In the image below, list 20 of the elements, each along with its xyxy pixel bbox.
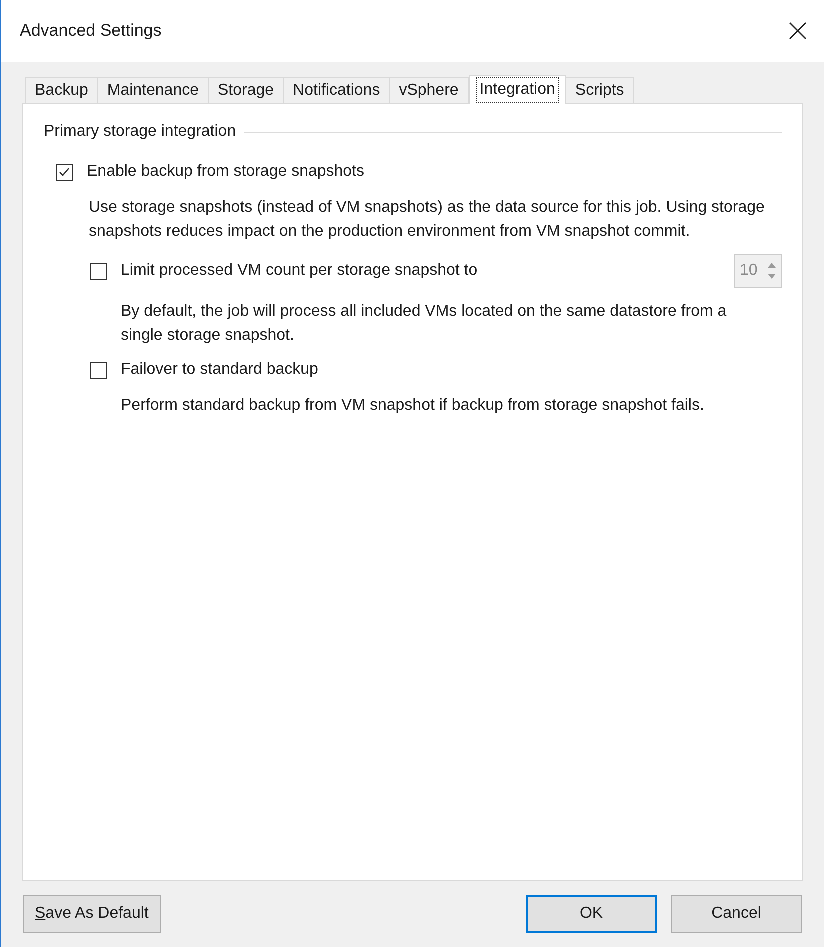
group-title: Primary storage integration: [44, 122, 236, 142]
checkbox[interactable]: [90, 362, 107, 378]
checkmark-icon: [58, 166, 71, 178]
description-text: Use storage snapshots (instead of VM snapshots) as the data source for this job. Using storage snapshots reduces impact on the production environment from VM snapshot commit.: [89, 198, 766, 242]
description-text: By default, the job will process all included VMs located on the same datastore from a single storage snapshot.: [121, 302, 728, 346]
checkbox[interactable]: [56, 164, 73, 180]
save-as-default-button[interactable]: Save As Default: [23, 895, 161, 933]
tab[interactable]: vSphere: [389, 77, 469, 103]
tab[interactable]: Integration: [468, 75, 566, 104]
checkbox[interactable]: [90, 262, 107, 280]
checkbox-label: Enable backup from storage snapshots: [87, 162, 364, 182]
cancel-button[interactable]: Cancel: [671, 895, 802, 933]
checkbox-label: Limit processed VM count per storage snapshot to: [121, 261, 478, 281]
tab[interactable]: Backup: [25, 77, 98, 103]
tab[interactable]: Scripts: [565, 77, 634, 103]
checkbox-label: Failover to standard backup: [121, 360, 318, 380]
close-icon: [789, 22, 807, 40]
description-text: Perform standard backup from VM snapshot if backup from storage snapshot fails.: [121, 396, 706, 416]
ok-button[interactable]: OK: [526, 895, 657, 933]
window-title: Advanced Settings: [20, 20, 162, 42]
